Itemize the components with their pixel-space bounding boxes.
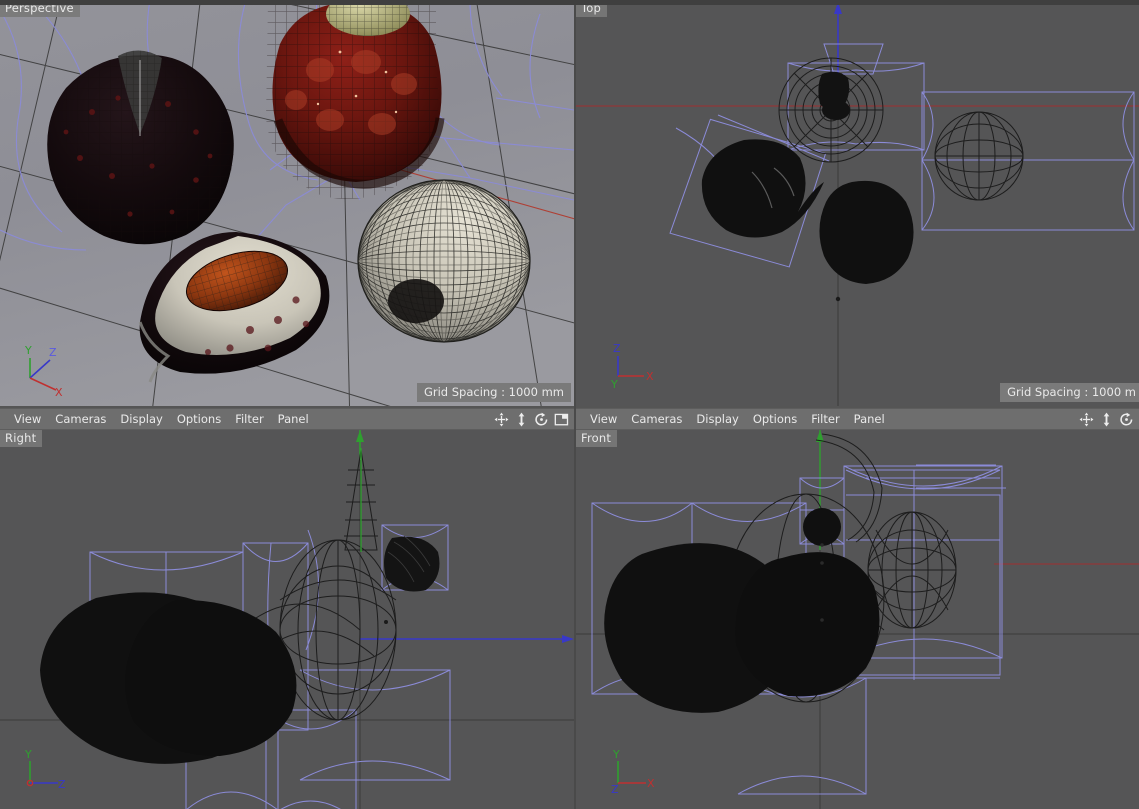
gizmo-label-x: X: [55, 386, 63, 396]
gizmo-label-z: Z: [49, 346, 57, 359]
menubar-left[interactable]: View Cameras Display Options Filter Pane…: [0, 408, 574, 430]
gizmo-label-y: Y: [24, 748, 32, 761]
gizmo-label-z: Z: [58, 778, 66, 791]
window-top-strip: [0, 0, 1139, 5]
menubar-right[interactable]: View Cameras Display Options Filter Pane…: [576, 408, 1139, 430]
viewport-splitter-vertical[interactable]: [574, 0, 576, 809]
right-render: [0, 430, 574, 809]
gizmo-label-x: X: [647, 777, 655, 790]
axis-gizmo-perspective: Y Z X: [14, 340, 74, 396]
menu-item-display[interactable]: Display: [696, 413, 738, 425]
axis-gizmo-front: Y Z X: [604, 745, 664, 801]
perspective-canvas[interactable]: [0, 0, 574, 406]
viewport-right[interactable]: Right Y Z: [0, 430, 574, 809]
viewport-perspective[interactable]: Perspective Grid Spacing : 1000 mm Y Z X: [0, 0, 574, 406]
menu-item-view[interactable]: View: [14, 413, 41, 425]
gizmo-label-y: Y: [24, 344, 32, 357]
menu-item-options[interactable]: Options: [753, 413, 797, 425]
gizmo-label-z: Z: [613, 342, 621, 355]
move-icon[interactable]: [494, 412, 509, 427]
move-icon[interactable]: [1079, 412, 1094, 427]
viewport-label-right[interactable]: Right: [0, 430, 42, 447]
menu-item-filter[interactable]: Filter: [235, 413, 263, 425]
rotate-icon[interactable]: [1119, 412, 1134, 427]
scale-icon[interactable]: [1099, 412, 1114, 427]
axis-gizmo-right: Y Z: [14, 745, 74, 801]
axis-gizmo-top: Z Y X: [604, 338, 664, 394]
grid-spacing-badge-top: Grid Spacing : 1000 m: [1000, 383, 1139, 402]
application-window: Perspective Grid Spacing : 1000 mm Y Z X: [0, 0, 1139, 809]
maximize-viewport-icon[interactable]: [554, 412, 569, 427]
menu-item-options[interactable]: Options: [177, 413, 221, 425]
menu-item-panel[interactable]: Panel: [278, 413, 309, 425]
menu-item-filter[interactable]: Filter: [811, 413, 839, 425]
menu-item-cameras[interactable]: Cameras: [55, 413, 106, 425]
gizmo-label-x: X: [646, 370, 654, 383]
menu-item-panel[interactable]: Panel: [854, 413, 885, 425]
right-canvas[interactable]: [0, 430, 574, 809]
menubar-icon-group: [494, 412, 574, 427]
gizmo-label-y: Y: [612, 748, 620, 761]
menu-item-cameras[interactable]: Cameras: [631, 413, 682, 425]
perspective-render: [0, 0, 574, 406]
viewport-front[interactable]: Front Y Z X: [576, 430, 1139, 809]
menu-item-view[interactable]: View: [590, 413, 617, 425]
gizmo-label-z: Z: [611, 783, 619, 796]
grid-spacing-badge-perspective: Grid Spacing : 1000 mm: [417, 383, 571, 402]
menu-item-display[interactable]: Display: [120, 413, 162, 425]
menubar-icon-group: [1079, 412, 1139, 427]
rotate-icon[interactable]: [534, 412, 549, 427]
viewport-label-front[interactable]: Front: [576, 430, 617, 447]
scale-icon[interactable]: [514, 412, 529, 427]
viewport-top[interactable]: Top Grid Spacing : 1000 m Z Y X: [576, 0, 1139, 406]
gizmo-label-y: Y: [610, 378, 618, 391]
